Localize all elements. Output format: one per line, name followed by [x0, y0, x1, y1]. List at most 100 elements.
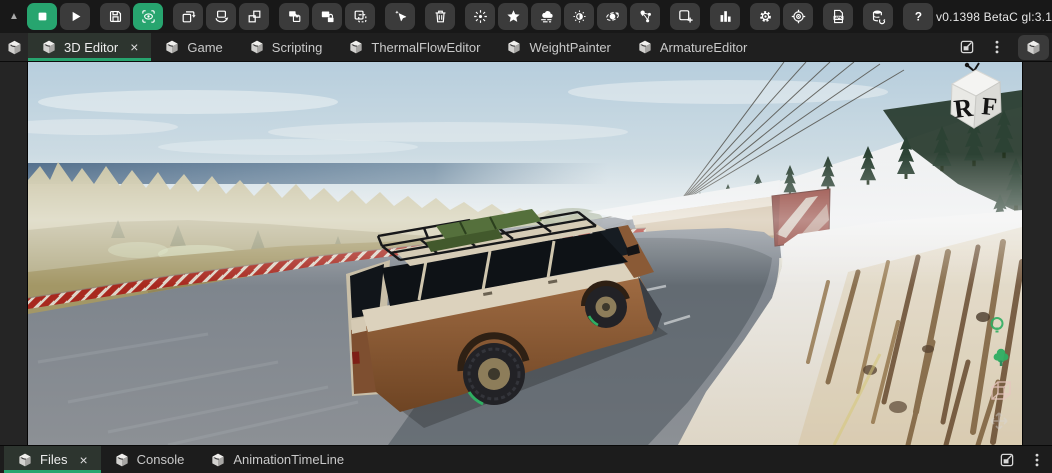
tab-close-button[interactable]: × [79, 453, 87, 467]
add-object-icon [677, 8, 694, 25]
tab-overflow-button[interactable] [1018, 35, 1049, 60]
panel-menu-button[interactable] [1024, 448, 1049, 472]
window-restore-icon [998, 451, 1016, 469]
bottom-tabbar: Files × Console AnimationTimeLine [0, 445, 1052, 473]
star-icon [505, 8, 522, 25]
physics-orbit-button[interactable] [597, 3, 627, 30]
panel-menu-button[interactable] [984, 35, 1009, 59]
duplicate-button[interactable] [279, 3, 309, 30]
collapse-toolbar-icon[interactable]: ▲ [4, 11, 24, 22]
trash-icon [432, 8, 449, 25]
right-strip [1022, 62, 1052, 445]
tab-close-button[interactable]: × [130, 40, 138, 54]
tab-console[interactable]: Console [101, 446, 198, 473]
effects-button[interactable] [498, 3, 528, 30]
orbit-icon [604, 8, 621, 25]
tab-weightpainter[interactable]: WeightPainter [493, 33, 623, 61]
move-tool-button[interactable] [173, 3, 203, 30]
svg-text:APK: APK [835, 16, 843, 20]
tab-thermalfloweditor[interactable]: ThermalFlowEditor [335, 33, 493, 61]
tab-list-button[interactable] [0, 33, 28, 61]
tab-label: ThermalFlowEditor [371, 40, 480, 55]
window-restore-icon [958, 38, 976, 56]
sync-data-button[interactable] [863, 3, 893, 30]
engine-cube-icon [210, 452, 226, 468]
tab-3d-editor[interactable]: 3D Editor × [28, 33, 151, 61]
lock-object-button[interactable] [312, 3, 342, 30]
export-apk-button[interactable]: APK [823, 3, 853, 30]
database-sync-icon [870, 8, 887, 25]
bottom-tabbar-actions [994, 446, 1052, 473]
play-icon [67, 8, 84, 25]
panel-layout-button[interactable] [994, 448, 1019, 472]
node-graph-icon [637, 8, 654, 25]
stats-bars-icon [717, 8, 734, 25]
apk-icon: APK [830, 8, 847, 25]
engine-cube-icon [1025, 39, 1042, 56]
viewport-scene: R F [28, 62, 1022, 445]
watermark-letter-f: F [980, 93, 998, 121]
top-tabbar-actions [954, 33, 1052, 61]
scale-icon [246, 8, 263, 25]
rotate-tool-button[interactable] [206, 3, 236, 30]
paste-special-button[interactable] [345, 3, 375, 30]
scene-viewport[interactable]: R F [28, 62, 1022, 445]
rotate-icon [213, 8, 230, 25]
settings-button[interactable] [750, 3, 780, 30]
tab-files[interactable]: Files × [4, 446, 101, 473]
brightness-icon [571, 8, 588, 25]
add-object-button[interactable] [670, 3, 700, 30]
play-button[interactable] [60, 3, 90, 30]
stop-icon [34, 8, 51, 25]
fog-button[interactable] [531, 3, 561, 30]
svg-text:?: ? [914, 10, 921, 23]
flare-icon [472, 8, 489, 25]
engine-cube-icon [114, 452, 130, 468]
eye-preview-icon [140, 8, 157, 25]
gear-icon [757, 8, 774, 25]
tab-label: Scripting [272, 40, 323, 55]
kebab-icon [988, 38, 1006, 56]
engine-cube-icon [41, 39, 57, 55]
scale-tool-button[interactable] [239, 3, 269, 30]
engine-cube-icon [6, 39, 23, 56]
engine-cube-icon [249, 39, 265, 55]
tab-game[interactable]: Game [151, 33, 235, 61]
fog-icon [538, 8, 555, 25]
tab-label: AnimationTimeLine [233, 452, 344, 467]
kebab-icon [1028, 451, 1046, 469]
duplicate-icon [286, 8, 303, 25]
stop-button[interactable] [27, 3, 57, 30]
top-tabs: 3D Editor × Game Scripting ThermalFlowEditor… [28, 33, 760, 61]
tab-label: WeightPainter [529, 40, 610, 55]
save-button[interactable] [100, 3, 130, 30]
stats-button[interactable] [710, 3, 740, 30]
help-icon: ? [910, 8, 927, 25]
lock-object-icon [319, 8, 336, 25]
tab-animationtimeline[interactable]: AnimationTimeLine [197, 446, 357, 473]
move-icon [180, 8, 197, 25]
preview-button[interactable] [133, 3, 163, 30]
engine-cube-icon [506, 39, 522, 55]
tab-label: Files [40, 452, 67, 467]
main-area: R F [0, 62, 1052, 445]
editor-window: ▲ APK? v0.1398 BetaC gl:3.1 3D Editor × Ga… [0, 0, 1052, 473]
toolbar-buttons: APK? [27, 3, 933, 30]
marquee-icon [352, 8, 369, 25]
tab-armatureeditor[interactable]: ArmatureEditor [624, 33, 760, 61]
tab-scripting[interactable]: Scripting [236, 33, 336, 61]
lighting-button[interactable] [564, 3, 594, 30]
pointer-add-icon [392, 8, 409, 25]
tap-place-button[interactable] [385, 3, 415, 30]
node-path-button[interactable] [630, 3, 660, 30]
tab-label: 3D Editor [64, 40, 118, 55]
tab-label: Console [137, 452, 185, 467]
lens-flare-button[interactable] [465, 3, 495, 30]
panel-layout-button[interactable] [954, 35, 979, 59]
tab-label: Game [187, 40, 222, 55]
project-settings-button[interactable] [783, 3, 813, 30]
main-toolbar: ▲ APK? v0.1398 BetaC gl:3.1 [0, 0, 1052, 33]
top-tabbar: 3D Editor × Game Scripting ThermalFlowEditor… [0, 33, 1052, 62]
help-button[interactable]: ? [903, 3, 933, 30]
delete-button[interactable] [425, 3, 455, 30]
